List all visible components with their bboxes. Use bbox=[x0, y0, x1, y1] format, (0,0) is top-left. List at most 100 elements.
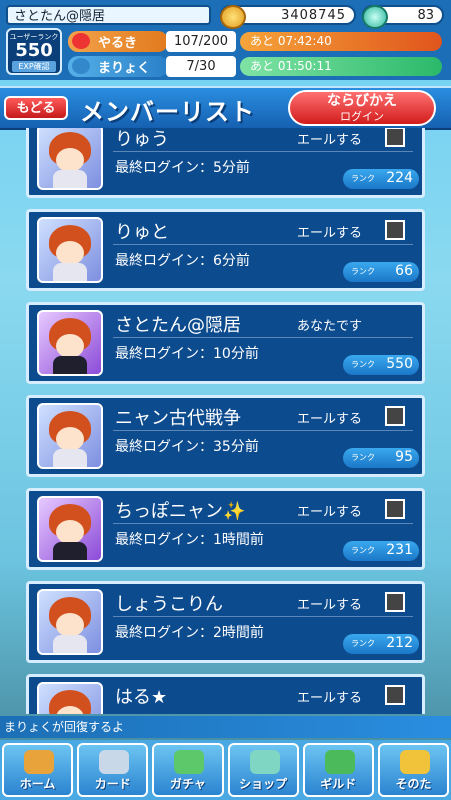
other-icon bbox=[399, 750, 430, 774]
maryoku-timer: あと 01:50:11 bbox=[250, 59, 332, 73]
member-card[interactable]: ちっぽニャン✨ エールする 最終ログイン：1時間前 ランク 231 bbox=[26, 488, 425, 570]
rank-value: 231 bbox=[386, 542, 413, 558]
coin-value: 3408745 bbox=[281, 8, 346, 23]
maryoku-meter: まりょく 7/30 あと 01:50:11 bbox=[68, 56, 446, 77]
member-card[interactable]: りゅと エールする 最終ログイン：6分前 ランク 66 bbox=[26, 209, 425, 291]
nav-guild-tab[interactable]: ギルド bbox=[302, 743, 374, 797]
rank-label: ランク bbox=[351, 267, 375, 276]
shop-icon bbox=[249, 750, 280, 774]
cheer-label: エールする bbox=[297, 133, 363, 148]
maryoku-icon bbox=[72, 58, 90, 74]
rank-label: ランク bbox=[351, 360, 375, 369]
last-login: 最終ログイン：35分前 bbox=[115, 439, 259, 455]
last-login: 最終ログイン：10分前 bbox=[115, 346, 259, 362]
member-list[interactable]: りゅう エールする 最終ログイン：5分前 ランク 224 りゅと エールする 最… bbox=[0, 128, 451, 714]
divider bbox=[113, 151, 413, 152]
nav-gacha-tab[interactable]: ガチャ bbox=[152, 743, 224, 797]
home-icon bbox=[24, 750, 54, 774]
cheer-label: エールする bbox=[297, 598, 363, 613]
member-avatar bbox=[37, 403, 103, 469]
yaruki-label: やるき bbox=[98, 36, 138, 51]
member-name: ちっぽニャン✨ bbox=[115, 501, 246, 522]
yaruki-icon bbox=[72, 33, 90, 49]
member-card[interactable]: はる★ エールする bbox=[26, 674, 425, 714]
member-rank-badge: ランク 66 bbox=[343, 262, 419, 282]
user-rank-value: 550 bbox=[15, 40, 53, 61]
nav-home-tab[interactable]: ホーム bbox=[2, 743, 74, 797]
rank-value: 224 bbox=[386, 170, 413, 186]
nav-label: ショップ bbox=[239, 777, 288, 791]
member-card[interactable]: しょうこりん エールする 最終ログイン：2時間前 ランク 212 bbox=[26, 581, 425, 663]
rank-label: ランク bbox=[351, 639, 375, 648]
member-name: ニャン古代戦争 bbox=[115, 408, 241, 429]
nav-label: ホーム bbox=[19, 777, 56, 791]
rank-value: 66 bbox=[395, 263, 413, 279]
member-rank-badge: ランク 95 bbox=[343, 448, 419, 468]
coin-counter: 3408745 bbox=[220, 5, 356, 29]
sort-button-label: ならびかえ bbox=[327, 93, 397, 109]
cheer-checkbox[interactable] bbox=[385, 406, 405, 426]
member-name: りゅと bbox=[115, 222, 169, 243]
page-header: もどる メンバーリスト ならびかえ ログイン bbox=[0, 86, 451, 130]
yaruki-bar: あと 07:42:40 bbox=[240, 32, 442, 51]
member-avatar bbox=[37, 217, 103, 283]
back-button[interactable]: もどる bbox=[4, 96, 68, 120]
nav-other-tab[interactable]: そのた bbox=[377, 743, 450, 797]
member-name: しょうこりん bbox=[115, 594, 223, 615]
member-avatar bbox=[37, 589, 103, 655]
cheer-checkbox[interactable] bbox=[385, 685, 405, 705]
rank-label: ランク bbox=[351, 453, 375, 462]
member-rank-badge: ランク 231 bbox=[343, 541, 419, 561]
gem-counter: 83 bbox=[362, 5, 444, 29]
nav-card-tab[interactable]: カード bbox=[77, 743, 149, 797]
divider bbox=[113, 244, 413, 245]
guild-icon bbox=[324, 750, 355, 774]
member-card[interactable]: ニャン古代戦争 エールする 最終ログイン：35分前 ランク 95 bbox=[26, 395, 425, 477]
member-avatar bbox=[37, 496, 103, 562]
bottom-nav: ホーム カード ガチャ ショップ ギルド そのた bbox=[0, 740, 451, 800]
member-card-self[interactable]: さとたん@隠居 あなたです 最終ログイン：10分前 ランク 550 bbox=[26, 302, 425, 384]
member-name: りゅう bbox=[115, 129, 169, 150]
member-avatar bbox=[37, 682, 103, 714]
gem-value: 83 bbox=[417, 8, 434, 23]
yaruki-meter: やるき 107/200 あと 07:42:40 bbox=[68, 31, 446, 52]
notice-ticker: まりょくが回復するよ bbox=[0, 716, 451, 738]
nav-label: ガチャ bbox=[169, 777, 206, 791]
member-rank-badge: ランク 550 bbox=[343, 355, 419, 375]
rank-value: 95 bbox=[395, 449, 413, 465]
cheer-checkbox[interactable] bbox=[385, 220, 405, 240]
last-login: 最終ログイン：2時間前 bbox=[115, 625, 264, 641]
member-card[interactable]: りゅう エールする 最終ログイン：5分前 ランク 224 bbox=[26, 128, 425, 198]
divider bbox=[113, 616, 413, 617]
exp-check-label: EXP確認 bbox=[12, 61, 56, 72]
cheer-label: エールする bbox=[297, 412, 363, 427]
cheer-checkbox[interactable] bbox=[385, 592, 405, 612]
card-icon bbox=[99, 750, 130, 774]
cheer-checkbox[interactable] bbox=[385, 499, 405, 519]
divider bbox=[113, 430, 413, 431]
yaruki-timer: あと 07:42:40 bbox=[250, 34, 332, 48]
cheer-checkbox[interactable] bbox=[385, 128, 405, 147]
nav-label: そのた bbox=[395, 777, 432, 791]
divider bbox=[113, 523, 413, 524]
last-login: 最終ログイン：6分前 bbox=[115, 253, 250, 269]
maryoku-bar: あと 01:50:11 bbox=[240, 57, 442, 76]
cheer-label: エールする bbox=[297, 505, 363, 520]
sort-button[interactable]: ならびかえ ログイン bbox=[288, 90, 436, 126]
member-name: さとたん@隠居 bbox=[115, 315, 241, 336]
cheer-label: エールする bbox=[297, 226, 363, 241]
maryoku-label: まりょく bbox=[98, 61, 151, 76]
rank-label: ランク bbox=[351, 174, 375, 183]
rank-label: ランク bbox=[351, 546, 375, 555]
member-avatar bbox=[37, 128, 103, 190]
rank-value: 550 bbox=[386, 356, 413, 372]
nav-shop-tab[interactable]: ショップ bbox=[227, 743, 299, 797]
self-label: あなたです bbox=[297, 319, 363, 334]
nav-label: カード bbox=[94, 777, 131, 791]
yaruki-count: 107/200 bbox=[166, 31, 236, 52]
user-rank-button[interactable]: ユーザーランク 550 EXP確認 bbox=[6, 28, 62, 75]
last-login: 最終ログイン：5分前 bbox=[115, 160, 250, 176]
maryoku-count: 7/30 bbox=[166, 56, 236, 77]
rank-value: 212 bbox=[386, 635, 413, 651]
nav-label: ギルド bbox=[320, 777, 357, 791]
